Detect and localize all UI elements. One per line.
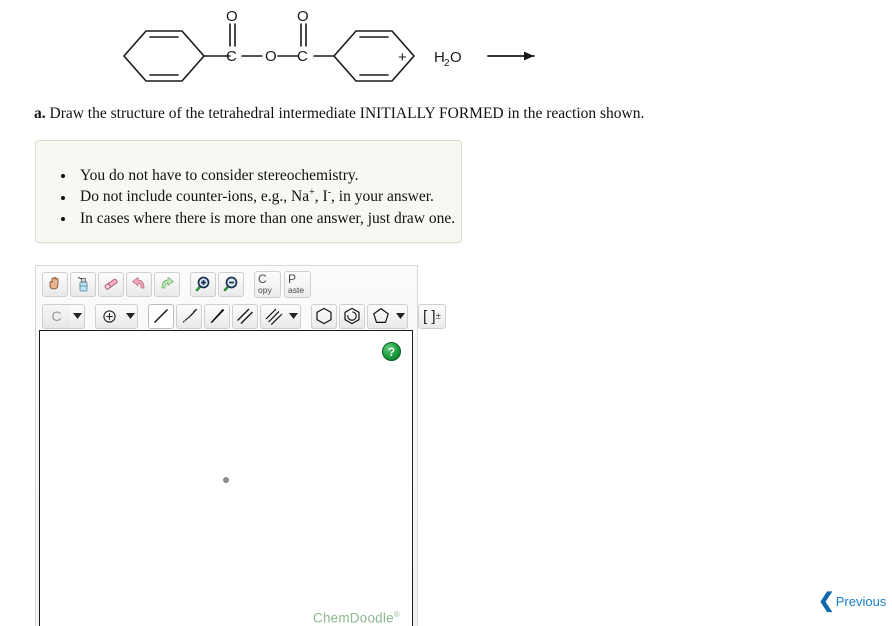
cyclohexane-ring-tool[interactable] [311, 303, 337, 329]
bridging-oxygen-label: O [265, 48, 277, 65]
carbonyl-oxygen-right-label: O [297, 8, 309, 25]
instructions-list: You do not have to consider stereochemis… [36, 141, 461, 229]
reaction-scheme-svg: O C O O C + H 2 O [122, 8, 535, 82]
page-root: O C O O C + H 2 O a. Draw the structure … [0, 0, 892, 626]
paste-button-label: aste [288, 285, 305, 296]
charge-plus-circle-icon [103, 309, 116, 323]
copy-button-label: opy [258, 285, 272, 296]
question-prompt: a. Draw the structure of the tetrahedral… [34, 104, 644, 123]
water-o-label: O [450, 49, 462, 66]
cyclopentane-ring-tool[interactable] [367, 303, 393, 329]
note-text-post: , in your answer. [331, 188, 434, 206]
note-text: Do not include counter-ions, e.g., Na [80, 188, 310, 206]
triple-bond-tool[interactable] [260, 303, 286, 329]
toolbar-group-bonds [148, 303, 303, 329]
watermark-text: ChemDoodle [313, 610, 394, 626]
copy-button[interactable]: C opy [254, 270, 281, 298]
ring-dropdown-chevron-down-icon[interactable] [393, 303, 408, 329]
canvas-center-atom-dot[interactable] [223, 477, 229, 483]
plus-sign: + [398, 49, 407, 66]
element-carbon-label: C [51, 308, 62, 324]
toolbar-group-edit [42, 271, 182, 297]
redo-tool[interactable] [154, 271, 180, 297]
zoom-in-tool[interactable] [190, 271, 216, 297]
double-bond-tool[interactable] [232, 303, 258, 329]
list-item: In cases where there is more than one an… [76, 208, 461, 229]
toolbar-group-rings [311, 303, 410, 329]
carbonyl-carbon-left-label: C [226, 48, 237, 65]
list-item: You do not have to consider stereochemis… [76, 165, 461, 186]
benzene-ring-tool[interactable] [339, 303, 365, 329]
chemdoodle-watermark: ChemDoodle® [313, 610, 400, 626]
element-dropdown-chevron-down-icon[interactable] [70, 303, 85, 329]
paste-button[interactable]: P aste [284, 270, 311, 298]
toolbar-group-clipboard: C opy P aste [254, 270, 314, 298]
help-button[interactable]: ? [382, 342, 401, 361]
undo-tool[interactable] [126, 271, 152, 297]
bracket-tool-label: [ ] [422, 307, 436, 325]
zoom-out-tool[interactable] [218, 271, 244, 297]
toolbar-group-zoom [190, 271, 246, 297]
element-carbon-button[interactable]: C [42, 303, 70, 329]
toolbar-row-1: C opy P aste [36, 270, 417, 298]
toolbar-group-charge [95, 303, 140, 329]
toolbar-row-2: C [] ± [36, 302, 446, 330]
solid-wedge-bond-tool[interactable] [204, 303, 230, 329]
paste-button-initial: P [288, 272, 297, 287]
previous-button-label: Previous [835, 593, 887, 609]
carbonyl-oxygen-left-label: O [226, 8, 238, 25]
note-text-mid: , I [314, 188, 328, 206]
copy-button-initial: C [258, 272, 267, 287]
note-text: You do not have to consider stereochemis… [80, 167, 359, 184]
toolbar-group-element: C [42, 303, 87, 329]
previous-button[interactable]: ❮ Previous [818, 591, 886, 611]
pan-hand-tool[interactable] [42, 271, 68, 297]
watermark-registered-icon: ® [393, 610, 400, 619]
charge-tool[interactable] [95, 303, 123, 329]
list-item: Do not include counter-ions, e.g., Na+, … [76, 186, 461, 208]
toolbar-group-bracket: [ ] ± [418, 303, 448, 329]
question-text: Draw the structure of the tetrahedral in… [49, 105, 645, 122]
single-bond-tool[interactable] [148, 303, 174, 329]
eraser-tool[interactable] [98, 271, 124, 297]
bracket-tool-superscript: ± [435, 310, 442, 322]
chevron-left-icon: ❮ [818, 590, 835, 612]
bracket-charge-tool[interactable]: [ ] ± [418, 303, 446, 329]
note-text: In cases where there is more than one an… [80, 209, 456, 227]
clear-spray-tool[interactable] [70, 271, 96, 297]
reaction-scheme: O C O O C + H 2 O [110, 6, 560, 106]
arrow-head [524, 51, 534, 61]
instructions-box: You do not have to consider stereochemis… [35, 140, 462, 243]
question-label: a. [34, 105, 46, 122]
charge-dropdown-chevron-down-icon[interactable] [123, 303, 138, 329]
bond-dropdown-chevron-down-icon[interactable] [286, 303, 301, 329]
carbonyl-carbon-right-label: C [297, 48, 308, 65]
hashed-wedge-bond-tool[interactable] [176, 303, 202, 329]
